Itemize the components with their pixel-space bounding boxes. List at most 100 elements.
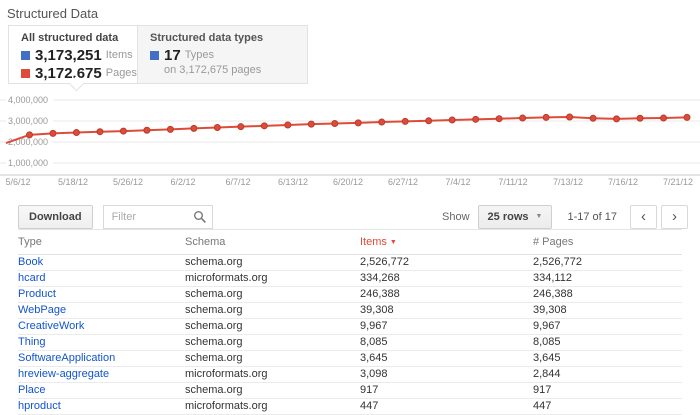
table-toolbar: Download Show 25 rows ▼ 1-17 of 17 ‹ › — [0, 204, 700, 229]
summary-card-structured-data-types[interactable]: Structured data types 17 Types on 3,172,… — [137, 26, 307, 83]
type-link[interactable]: Book — [18, 256, 43, 268]
items-count: 3,173,251 — [35, 47, 102, 64]
pages-cell: 39,308 — [533, 303, 682, 319]
table-row: Thingschema.org8,0858,085 — [18, 335, 682, 351]
pages-cell: 917 — [533, 383, 682, 399]
svg-text:3,000,000: 3,000,000 — [8, 116, 48, 126]
type-link[interactable]: Place — [18, 384, 46, 396]
type-link[interactable]: WebPage — [18, 304, 66, 316]
red-legend-square-icon — [21, 69, 30, 78]
items-cell: 39,308 — [360, 303, 533, 319]
items-cell: 917 — [360, 383, 533, 399]
items-unit-label: Items — [106, 47, 133, 64]
table-row: Productschema.org246,388246,388 — [18, 287, 682, 303]
filter-field-wrap — [103, 205, 213, 229]
svg-text:6/7/12: 6/7/12 — [225, 177, 250, 187]
table-row: hproductmicroformats.org447447 — [18, 399, 682, 415]
schema-cell: schema.org — [185, 335, 360, 351]
card-title: Structured data types — [150, 32, 295, 45]
column-header-schema[interactable]: Schema — [185, 230, 360, 255]
next-page-button[interactable]: › — [661, 205, 688, 229]
column-header-pages[interactable]: # Pages — [533, 230, 682, 255]
svg-text:6/13/12: 6/13/12 — [278, 177, 308, 187]
show-label: Show — [442, 211, 470, 223]
chevron-left-icon: ‹ — [641, 208, 646, 225]
types-metric: 17 Types — [150, 47, 295, 64]
svg-text:7/4/12: 7/4/12 — [445, 177, 470, 187]
items-metric: 3,173,251 Items — [21, 47, 125, 64]
table-row: Bookschema.org2,526,7722,526,772 — [18, 255, 682, 271]
pages-cell: 8,085 — [533, 335, 682, 351]
items-cell: 2,526,772 — [360, 255, 533, 271]
blue-legend-square-icon — [150, 51, 159, 60]
items-cell: 447 — [360, 399, 533, 415]
types-unit-label: Types — [185, 47, 214, 64]
type-link[interactable]: hproduct — [18, 400, 61, 412]
items-cell: 3,098 — [360, 367, 533, 383]
column-header-type[interactable]: Type — [18, 230, 185, 255]
pages-cell: 246,388 — [533, 287, 682, 303]
items-cell: 8,085 — [360, 335, 533, 351]
page-title: Structured Data — [7, 6, 700, 21]
chevron-right-icon: › — [672, 208, 677, 225]
pagination-range: 1-17 of 17 — [567, 211, 617, 223]
svg-text:7/13/12: 7/13/12 — [553, 177, 583, 187]
structured-data-line-chart: 4,000,0003,000,0002,000,0001,000,0005/6/… — [0, 93, 700, 189]
type-link[interactable]: hcard — [18, 272, 46, 284]
items-cell: 3,645 — [360, 351, 533, 367]
rows-per-page-value: 25 rows — [488, 211, 529, 223]
items-cell: 9,967 — [360, 319, 533, 335]
pages-unit-label: Pages — [106, 65, 137, 82]
schema-cell: schema.org — [185, 303, 360, 319]
summary-panel: All structured data 3,173,251 Items 3,17… — [8, 25, 308, 84]
structured-data-table: Type Schema Items▼ # Pages Bookschema.or… — [18, 229, 682, 415]
type-link[interactable]: Product — [18, 288, 56, 300]
table-row: hcardmicroformats.org334,268334,112 — [18, 271, 682, 287]
type-link[interactable]: hreview-aggregate — [18, 368, 109, 380]
table-body: Bookschema.org2,526,7722,526,772hcardmic… — [18, 255, 682, 415]
type-link[interactable]: CreativeWork — [18, 320, 84, 332]
svg-text:7/21/12: 7/21/12 — [663, 177, 693, 187]
svg-text:4,000,000: 4,000,000 — [8, 95, 48, 105]
items-cell: 246,388 — [360, 287, 533, 303]
chevron-down-icon: ▼ — [536, 213, 543, 220]
pages-cell: 3,645 — [533, 351, 682, 367]
svg-text:6/27/12: 6/27/12 — [388, 177, 418, 187]
search-icon — [193, 210, 207, 224]
pager: ‹ › — [630, 205, 688, 229]
column-header-items[interactable]: Items▼ — [360, 230, 533, 255]
previous-page-button[interactable]: ‹ — [630, 205, 657, 229]
types-count: 17 — [164, 47, 181, 64]
type-link[interactable]: SoftwareApplication — [18, 352, 115, 364]
schema-cell: microformats.org — [185, 367, 360, 383]
sort-descending-icon: ▼ — [390, 239, 397, 246]
schema-cell: schema.org — [185, 383, 360, 399]
schema-cell: schema.org — [185, 287, 360, 303]
download-button[interactable]: Download — [18, 205, 93, 229]
svg-text:1,000,000: 1,000,000 — [8, 158, 48, 168]
type-link[interactable]: Thing — [18, 336, 46, 348]
svg-text:6/20/12: 6/20/12 — [333, 177, 363, 187]
rows-per-page-dropdown[interactable]: 25 rows ▼ — [478, 205, 553, 229]
card-title: All structured data — [21, 32, 125, 45]
summary-card-all-structured-data[interactable]: All structured data 3,173,251 Items 3,17… — [9, 26, 137, 83]
svg-text:6/2/12: 6/2/12 — [170, 177, 195, 187]
schema-cell: microformats.org — [185, 399, 360, 415]
svg-text:7/16/12: 7/16/12 — [608, 177, 638, 187]
svg-text:5/26/12: 5/26/12 — [113, 177, 143, 187]
types-subtext: on 3,172,675 pages — [164, 64, 295, 77]
pages-cell: 9,967 — [533, 319, 682, 335]
svg-text:5/6/12: 5/6/12 — [5, 177, 30, 187]
pages-cell: 447 — [533, 399, 682, 415]
table-header-row: Type Schema Items▼ # Pages — [18, 230, 682, 255]
schema-cell: schema.org — [185, 351, 360, 367]
chart-area: 4,000,0003,000,0002,000,0001,000,0005/6/… — [0, 93, 700, 192]
schema-cell: schema.org — [185, 319, 360, 335]
blue-legend-square-icon — [21, 51, 30, 60]
items-cell: 334,268 — [360, 271, 533, 287]
table-row: SoftwareApplicationschema.org3,6453,645 — [18, 351, 682, 367]
pages-count: 3,172,675 — [35, 65, 102, 82]
table-row: CreativeWorkschema.org9,9679,967 — [18, 319, 682, 335]
pages-cell: 2,526,772 — [533, 255, 682, 271]
table-row: WebPageschema.org39,30839,308 — [18, 303, 682, 319]
